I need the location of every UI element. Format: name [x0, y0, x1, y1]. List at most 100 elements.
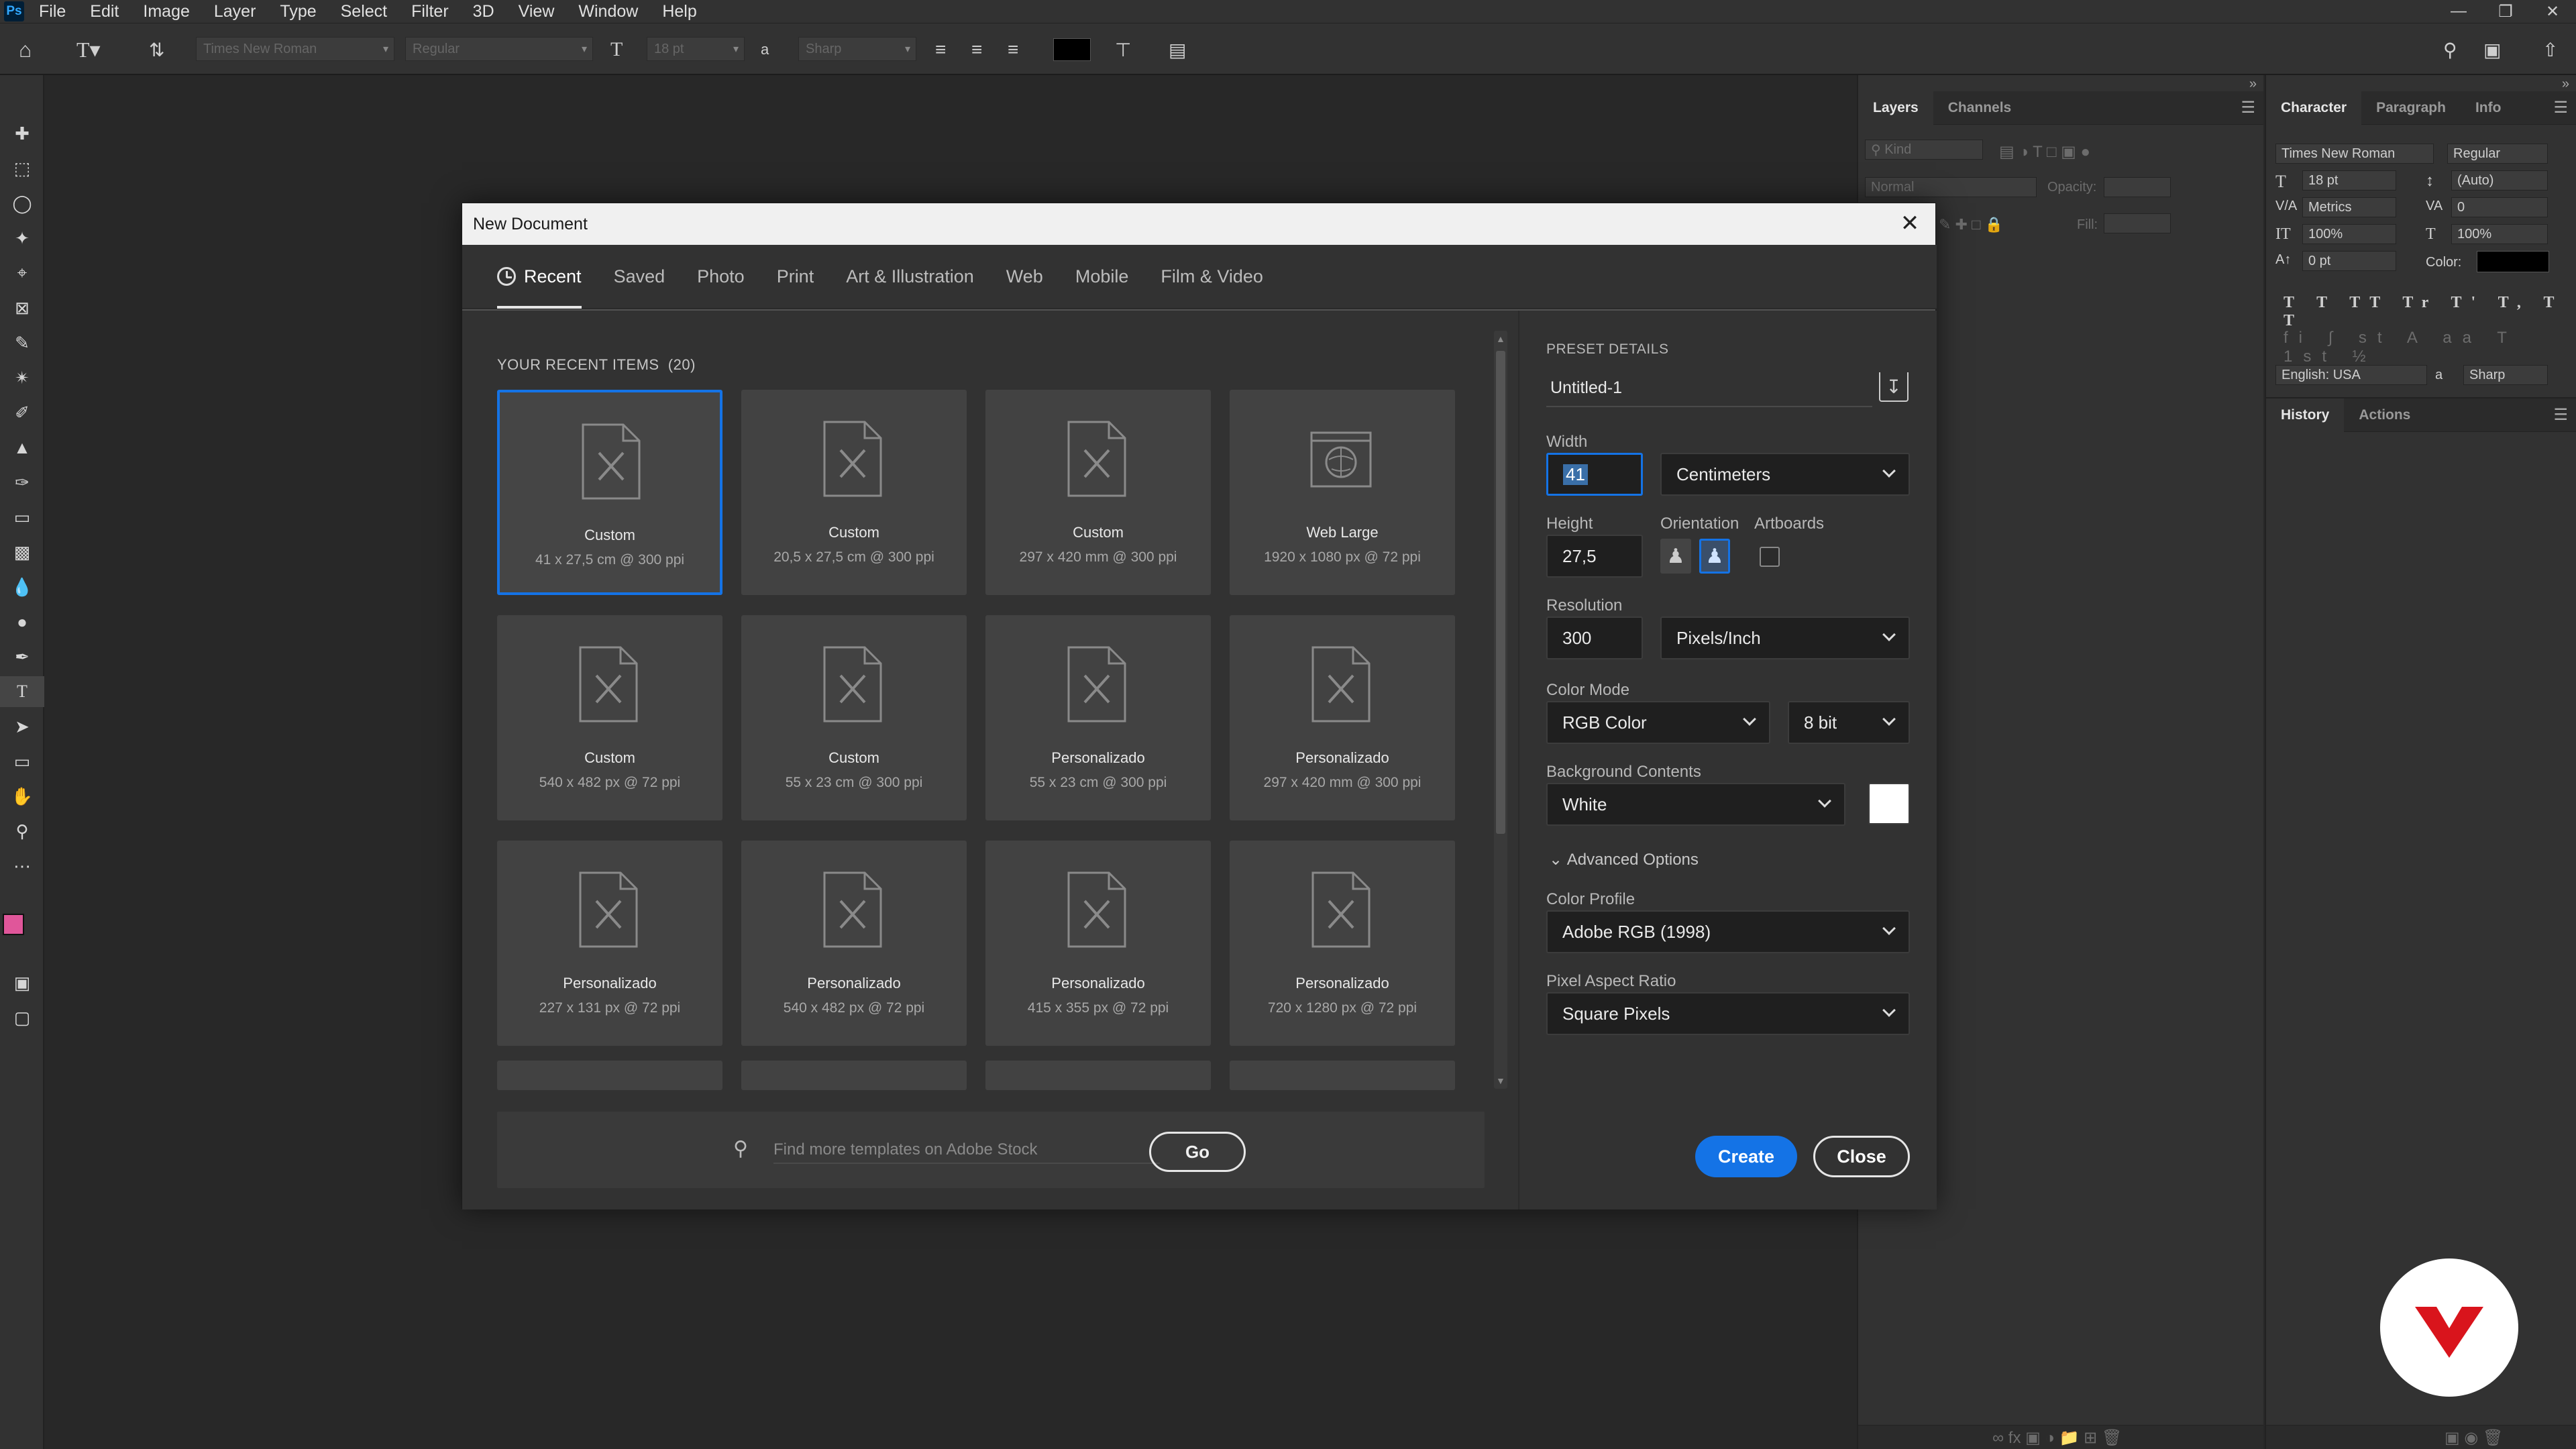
lock-icons[interactable]: ✎ ✚ □ 🔒: [1939, 216, 2003, 233]
resolution-unit-select[interactable]: Pixels/Inch: [1660, 616, 1910, 659]
artboards-checkbox[interactable]: [1760, 547, 1780, 567]
eyedropper-tool-icon[interactable]: ✎: [0, 327, 44, 358]
move-tool-icon[interactable]: ✚: [0, 118, 44, 149]
layer-action-icons[interactable]: ∞ fx ▣ ◑ 📁 ⊞ 🗑: [1992, 1428, 2122, 1448]
minimize-icon[interactable]: —: [2435, 2, 2482, 21]
tab-recent[interactable]: Recent: [497, 244, 582, 309]
panel-menu-icon[interactable]: ☰: [2241, 98, 2255, 117]
char-tracking[interactable]: 0: [2451, 197, 2548, 217]
char-color-swatch[interactable]: [2477, 251, 2549, 272]
tab-saved[interactable]: Saved: [614, 244, 665, 309]
path-selection-tool-icon[interactable]: ➤: [0, 711, 44, 742]
recent-item-card[interactable]: Custom 540 x 482 px @ 72 ppi: [497, 615, 722, 820]
stamp-tool-icon[interactable]: ▲: [0, 432, 44, 463]
width-unit-select[interactable]: Centimeters: [1660, 453, 1910, 496]
bit-depth-select[interactable]: 8 bit: [1788, 701, 1910, 744]
scroll-down-icon[interactable]: ▼: [1496, 1075, 1505, 1086]
frame-tool-icon[interactable]: ⊠: [0, 292, 44, 323]
tab-character[interactable]: Character: [2266, 91, 2362, 125]
resolution-input[interactable]: 300: [1546, 616, 1643, 659]
go-button[interactable]: Go: [1149, 1132, 1246, 1172]
opacity-field[interactable]: [2104, 177, 2171, 197]
menu-type[interactable]: Type: [280, 2, 316, 21]
align-center-icon[interactable]: ≡: [971, 38, 982, 61]
history-action-icons[interactable]: ▣ ◉ 🗑: [2445, 1428, 2503, 1448]
tab-paragraph[interactable]: Paragraph: [2361, 91, 2461, 125]
tab-layers[interactable]: Layers: [1858, 91, 1933, 125]
color-mode-select[interactable]: RGB Color: [1546, 701, 1770, 744]
pen-tool-icon[interactable]: ✒: [0, 641, 44, 672]
menu-edit[interactable]: Edit: [90, 2, 119, 21]
char-size[interactable]: 18 pt: [2302, 170, 2396, 191]
font-style-select[interactable]: Regular ▾: [405, 37, 593, 61]
collapse-panel-icon[interactable]: »: [2562, 76, 2569, 92]
foreground-color-swatch[interactable]: [3, 914, 24, 935]
dialog-close-icon[interactable]: ✕: [1896, 210, 1923, 237]
brush-tool-icon[interactable]: ✐: [0, 397, 44, 428]
char-antialias[interactable]: Sharp: [2463, 365, 2548, 385]
recent-item-card[interactable]: Personalizado 540 x 482 px @ 72 ppi: [741, 841, 967, 1046]
recent-item-card[interactable]: Custom 55 x 23 cm @ 300 ppi: [741, 615, 967, 820]
menu-help[interactable]: Help: [662, 2, 696, 21]
marquee-tool-icon[interactable]: ⬚: [0, 153, 44, 184]
menu-image[interactable]: Image: [143, 2, 189, 21]
toggle-text-orientation-icon[interactable]: ⇅: [149, 38, 164, 61]
tab-mobile[interactable]: Mobile: [1075, 244, 1129, 309]
scrollbar-thumb[interactable]: [1496, 351, 1505, 834]
text-color-swatch[interactable]: [1053, 38, 1091, 61]
tab-web[interactable]: Web: [1006, 244, 1043, 309]
share-icon[interactable]: ⇧: [2542, 38, 2558, 61]
recent-item-card[interactable]: Custom 41 x 27,5 cm @ 300 ppi: [497, 390, 722, 595]
character-panel-toggle-icon[interactable]: ▤: [1169, 38, 1186, 61]
recent-item-card-partial[interactable]: [985, 1061, 1211, 1090]
zoom-tool-icon[interactable]: ⚲: [0, 816, 44, 847]
workspace-icon[interactable]: ▣: [2483, 38, 2501, 61]
recent-item-card[interactable]: Personalizado 720 x 1280 px @ 72 ppi: [1230, 841, 1455, 1046]
tab-film-video[interactable]: Film & Video: [1161, 244, 1263, 309]
recent-item-card[interactable]: Personalizado 55 x 23 cm @ 300 ppi: [985, 615, 1211, 820]
opentype-icons[interactable]: fi ∫ st A aa T 1st ½: [2284, 329, 2576, 366]
recent-item-card[interactable]: Custom 297 x 420 mm @ 300 ppi: [985, 390, 1211, 595]
search-icon[interactable]: ⚲: [2443, 38, 2457, 61]
align-right-icon[interactable]: ≡: [1008, 38, 1018, 61]
menu-view[interactable]: View: [519, 2, 555, 21]
menu-window[interactable]: Window: [578, 2, 638, 21]
tab-photo[interactable]: Photo: [697, 244, 745, 309]
fill-field[interactable]: [2104, 213, 2171, 233]
recent-item-card[interactable]: Personalizado 415 x 355 px @ 72 ppi: [985, 841, 1211, 1046]
menu-layer[interactable]: Layer: [214, 2, 256, 21]
panel-menu-icon[interactable]: ☰: [2553, 405, 2568, 425]
menu-file[interactable]: File: [39, 2, 66, 21]
char-kerning[interactable]: Metrics: [2302, 197, 2396, 217]
stock-search-input[interactable]: Find more templates on Adobe Stock: [773, 1137, 1160, 1164]
menu-select[interactable]: Select: [341, 2, 387, 21]
antialias-select[interactable]: Sharp ▾: [798, 37, 916, 61]
char-font-style[interactable]: Regular: [2447, 144, 2548, 164]
type-tool-preset-icon[interactable]: T▾: [76, 38, 101, 62]
save-preset-icon[interactable]: ↧: [1879, 372, 1909, 402]
quick-mask-icon[interactable]: ▣: [0, 967, 44, 998]
char-leading[interactable]: (Auto): [2451, 170, 2548, 191]
char-font-family[interactable]: Times New Roman: [2275, 144, 2434, 164]
recent-item-card[interactable]: Custom 20,5 x 27,5 cm @ 300 ppi: [741, 390, 967, 595]
restore-icon[interactable]: ❐: [2482, 2, 2529, 21]
tab-print[interactable]: Print: [777, 244, 814, 309]
menu-3d[interactable]: 3D: [473, 2, 494, 21]
recent-item-card[interactable]: Web Large 1920 x 1080 px @ 72 ppi: [1230, 390, 1455, 595]
gradient-tool-icon[interactable]: ▩: [0, 537, 44, 568]
document-name-input[interactable]: Untitled-1: [1546, 370, 1872, 407]
char-vscale[interactable]: 100%: [2302, 224, 2396, 244]
collapse-panel-icon[interactable]: »: [2249, 76, 2257, 92]
panel-menu-icon[interactable]: ☰: [2553, 98, 2568, 117]
history-brush-tool-icon[interactable]: ✑: [0, 467, 44, 498]
screen-mode-icon[interactable]: ▢: [0, 1002, 44, 1033]
recent-item-card[interactable]: Personalizado 227 x 131 px @ 72 ppi: [497, 841, 722, 1046]
height-input[interactable]: 27,5: [1546, 535, 1643, 578]
magic-wand-tool-icon[interactable]: ✦: [0, 223, 44, 254]
advanced-options-toggle[interactable]: ⌄ Advanced Options: [1549, 850, 1699, 869]
blend-mode-select[interactable]: Normal: [1865, 177, 2037, 197]
layer-filter-kind[interactable]: ⚲ Kind: [1865, 140, 1983, 160]
close-button[interactable]: Close: [1813, 1136, 1910, 1177]
char-baseline[interactable]: 0 pt: [2302, 251, 2396, 271]
type-tool-icon[interactable]: T: [0, 676, 44, 707]
